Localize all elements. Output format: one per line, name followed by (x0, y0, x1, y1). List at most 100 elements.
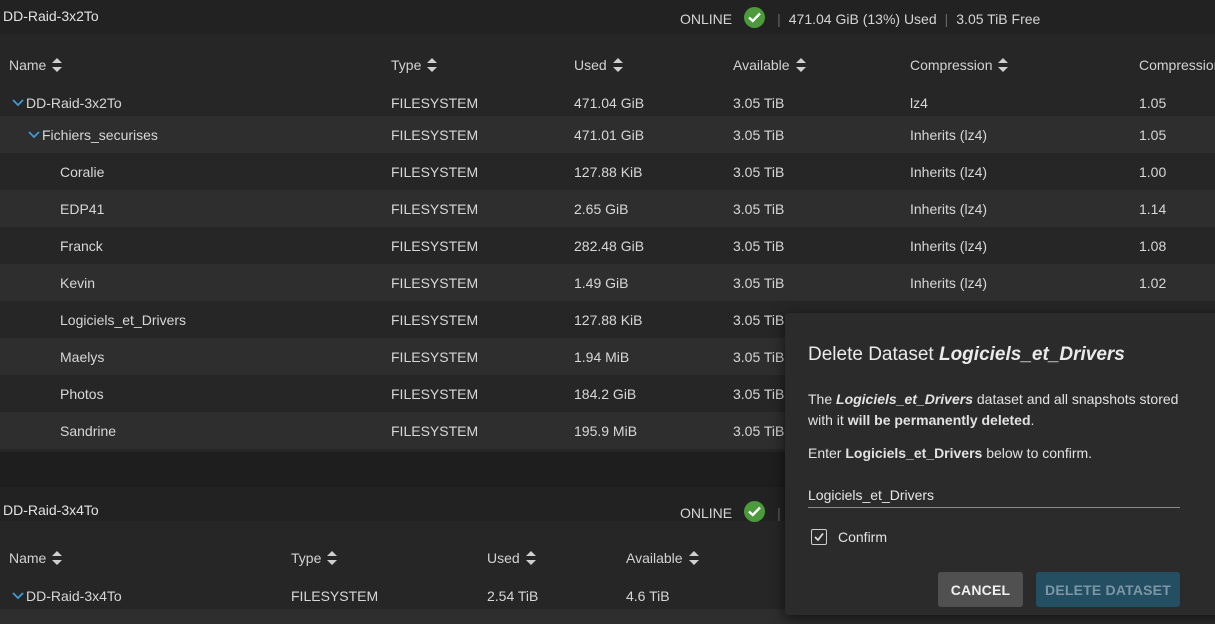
column-header-label: Used (574, 57, 607, 73)
type-cell: FILESYSTEM (391, 312, 479, 328)
column-header-available[interactable]: Available (626, 550, 699, 566)
column-header-label: Type (391, 57, 422, 73)
sort-icon (52, 58, 63, 72)
sort-icon (52, 551, 63, 565)
sort-icon (998, 58, 1009, 72)
dataset-name: DD-Raid-3x2To (26, 95, 122, 111)
dataset-name: Sandrine (60, 423, 117, 439)
table-row[interactable]: EDP41 FILESYSTEM 2.65 GiB 3.05 TiB Inher… (0, 190, 1215, 227)
column-header-type[interactable]: Type (291, 550, 338, 566)
column-header-label: Available (626, 550, 683, 566)
type-cell: FILESYSTEM (391, 386, 479, 402)
chevron-down-icon[interactable] (12, 591, 24, 601)
delete-dataset-dialog: Delete Dataset Logiciels_et_Drivers The … (785, 313, 1215, 615)
dataset-name-emphasis: Logiciels_et_Drivers (836, 391, 973, 407)
available-cell: 3.05 TiB (733, 95, 785, 111)
sort-icon (525, 551, 536, 565)
column-header-used[interactable]: Used (487, 550, 536, 566)
dataset-name: Logiciels_et_Drivers (60, 312, 187, 328)
column-header-label: Available (733, 57, 790, 73)
available-cell: 3.05 TiB (733, 349, 785, 365)
table-row[interactable]: Coralie FILESYSTEM 127.88 KiB 3.05 TiB I… (0, 153, 1215, 190)
dataset-name-cell[interactable]: DD-Raid-3x4To (12, 588, 122, 604)
available-cell: 3.05 TiB (733, 275, 785, 291)
pool-status: ONLINE | (680, 501, 789, 523)
used-cell: 2.54 TiB (487, 588, 539, 604)
dialog-warning-text: The Logiciels_et_Drivers dataset and all… (808, 389, 1188, 431)
compression-cell: Inherits (lz4) (910, 201, 988, 217)
status-text: ONLINE (680, 504, 733, 521)
chevron-down-icon[interactable] (12, 98, 24, 108)
dataset-name: Franck (60, 238, 103, 254)
type-cell: FILESYSTEM (391, 349, 479, 365)
column-header-available[interactable]: Available (733, 57, 806, 73)
column-header-label: Type (291, 550, 322, 566)
cancel-button[interactable]: CANCEL (938, 572, 1023, 607)
chevron-down-icon[interactable] (28, 130, 40, 140)
divider: | (777, 504, 781, 521)
warning-emphasis: will be permanently deleted (847, 412, 1031, 428)
dataset-name: Photos (60, 386, 104, 402)
used-cell: 2.65 GiB (574, 201, 629, 217)
used-cell: 195.9 MiB (574, 423, 638, 439)
compression-cell: Inherits (lz4) (910, 275, 988, 291)
text-fragment: below to confirm. (982, 445, 1093, 461)
ratio-cell: 1.05 (1139, 127, 1167, 143)
checkmark-icon (814, 532, 824, 542)
delete-dataset-button[interactable]: DELETE DATASET (1036, 572, 1180, 607)
confirm-checkbox-row[interactable]: Confirm (811, 529, 887, 545)
confirm-checkbox[interactable] (811, 529, 827, 545)
confirm-name-field (808, 485, 1180, 508)
sort-icon (795, 58, 806, 72)
text-fragment: The (808, 391, 837, 407)
confirm-checkbox-label[interactable]: Confirm (838, 529, 887, 545)
dialog-instruction-text: Enter Logiciels_et_Drivers below to conf… (808, 443, 1188, 464)
column-header-label: Name (9, 57, 47, 73)
pool-header: DD-Raid-3x2To ONLINE | 471.04 GiB (13%) … (0, 0, 1215, 34)
available-cell: 3.05 TiB (733, 127, 785, 143)
column-header-type[interactable]: Type (391, 57, 438, 73)
table-row[interactable]: Fichiers_securises FILESYSTEM 471.01 GiB… (0, 116, 1215, 153)
column-header-compression[interactable]: Compression (910, 57, 1009, 73)
ratio-cell: 1.02 (1139, 275, 1167, 291)
dialog-title-prefix: Delete Dataset (808, 344, 939, 365)
ratio-cell: 1.05 (1139, 95, 1167, 111)
type-cell: FILESYSTEM (391, 164, 479, 180)
dataset-name: Coralie (60, 164, 105, 180)
column-header-name[interactable]: Name (9, 550, 63, 566)
used-cell: 127.88 KiB (574, 164, 643, 180)
sort-icon (427, 58, 438, 72)
table-row[interactable]: Franck FILESYSTEM 282.48 GiB 3.05 TiB In… (0, 227, 1215, 264)
pool-name: DD-Raid-3x4To (3, 502, 99, 518)
compression-cell: Inherits (lz4) (910, 164, 988, 180)
type-cell: FILESYSTEM (391, 275, 479, 291)
type-cell: FILESYSTEM (391, 127, 479, 143)
column-header-label: Used (487, 550, 520, 566)
table-header: Name Type Used Available Compression Com… (0, 47, 1215, 83)
status-text: ONLINE (680, 10, 733, 27)
type-cell: FILESYSTEM (391, 423, 479, 439)
column-header-name[interactable]: Name (9, 57, 63, 73)
used-cell: 471.01 GiB (574, 127, 645, 143)
dataset-name-cell[interactable]: Fichiers_securises (28, 127, 158, 143)
used-cell: 471.04 GiB (574, 95, 645, 111)
column-header-compression-ratio[interactable]: Compression (1139, 57, 1215, 73)
table-row[interactable]: Kevin FILESYSTEM 1.49 GiB 3.05 TiB Inher… (0, 264, 1215, 301)
used-cell: 282.48 GiB (574, 238, 645, 254)
sort-icon (327, 551, 338, 565)
dataset-name-cell[interactable]: DD-Raid-3x2To (12, 95, 122, 111)
used-cell: 127.88 KiB (574, 312, 643, 328)
compression-cell: lz4 (910, 95, 928, 111)
text-fragment: . (1030, 412, 1035, 428)
dataset-name-emphasis: Logiciels_et_Drivers (845, 445, 983, 461)
compression-cell: Inherits (lz4) (910, 238, 988, 254)
column-header-label: Compression (910, 57, 993, 73)
status-check-icon (744, 7, 766, 28)
pool-status: ONLINE | 471.04 GiB (13%) Used | 3.05 Ti… (680, 7, 1040, 29)
available-cell: 3.05 TiB (733, 312, 785, 328)
column-header-used[interactable]: Used (574, 57, 623, 73)
dataset-name: EDP41 (60, 201, 105, 217)
text-fragment: Enter (808, 445, 846, 461)
confirm-name-input[interactable] (808, 485, 1180, 505)
pool-name: DD-Raid-3x2To (3, 8, 99, 24)
